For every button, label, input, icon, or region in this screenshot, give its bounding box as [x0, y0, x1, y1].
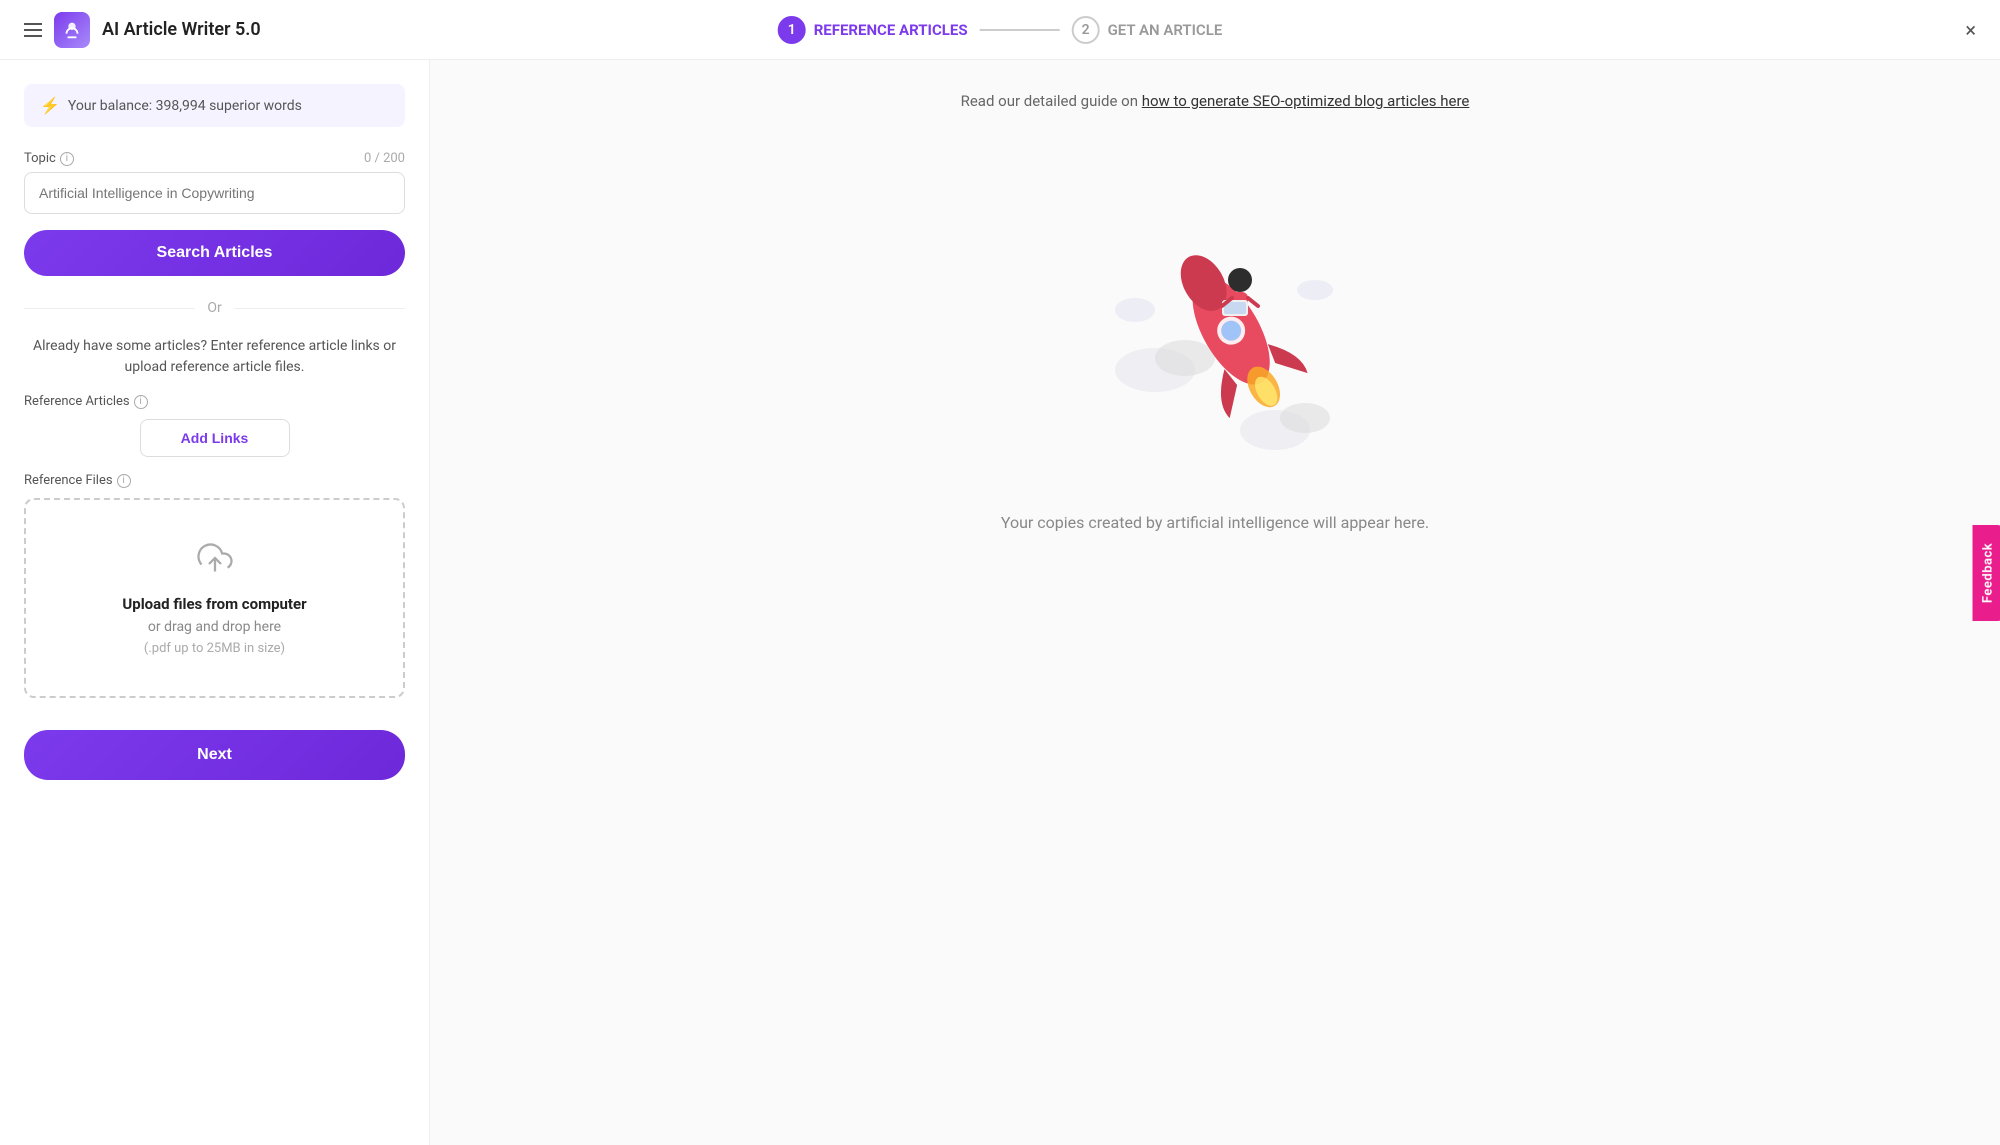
left-panel: ⚡ Your balance: 398,994 superior words T… [0, 60, 430, 1145]
guide-link[interactable]: how to generate SEO-optimized blog artic… [1142, 92, 1470, 110]
upload-hint: (.pdf up to 25MB in size) [46, 641, 383, 656]
step-1-label: REFERENCE ARTICLES [814, 21, 968, 39]
or-divider: Or [24, 300, 405, 316]
search-articles-button[interactable]: Search Articles [24, 230, 405, 276]
app-logo [54, 12, 90, 48]
ref-articles-info-icon[interactable]: i [134, 395, 148, 409]
upload-main-text: Upload files from computer [46, 595, 383, 613]
or-line-right [234, 308, 405, 309]
stepper: 1 REFERENCE ARTICLES 2 GET AN ARTICLE [778, 16, 1223, 44]
header-left: AI Article Writer 5.0 [24, 12, 261, 48]
main-layout: ⚡ Your balance: 398,994 superior words T… [0, 60, 2000, 1145]
reference-articles-label: Reference Articles i [24, 394, 405, 409]
step-2-label: GET AN ARTICLE [1108, 21, 1223, 39]
topic-info-icon[interactable]: i [60, 152, 74, 166]
hamburger-icon[interactable] [24, 23, 42, 37]
ai-copies-text: Your copies created by artificial intell… [1001, 510, 1429, 536]
step-2: 2 GET AN ARTICLE [1072, 16, 1223, 44]
step-1: 1 REFERENCE ARTICLES [778, 16, 968, 44]
step-1-circle: 1 [778, 16, 806, 44]
header: AI Article Writer 5.0 1 REFERENCE ARTICL… [0, 0, 2000, 60]
next-button[interactable]: Next [24, 730, 405, 780]
app-title: AI Article Writer 5.0 [102, 19, 261, 40]
feedback-tab[interactable]: Feedback [1972, 524, 2000, 620]
balance-bar: ⚡ Your balance: 398,994 superior words [24, 84, 405, 127]
reference-description: Already have some articles? Enter refere… [24, 336, 405, 378]
close-icon[interactable]: × [1965, 18, 1976, 42]
rocket-illustration [1075, 190, 1355, 470]
topic-field-header: Topic i 0 / 200 [24, 151, 405, 166]
upload-area[interactable]: Upload files from computer or drag and d… [24, 498, 405, 698]
or-text: Or [207, 300, 221, 316]
lightning-icon: ⚡ [40, 96, 60, 115]
add-links-button[interactable]: Add Links [140, 419, 290, 457]
right-panel: Read our detailed guide on how to genera… [430, 60, 2000, 1145]
step-connector [980, 29, 1060, 31]
balance-text: Your balance: 398,994 superior words [68, 98, 302, 114]
guide-text: Read our detailed guide on how to genera… [961, 92, 1470, 110]
upload-sub-text: or drag and drop here [46, 619, 383, 635]
topic-input[interactable] [24, 172, 405, 214]
upload-cloud-icon [46, 540, 383, 583]
topic-counter: 0 / 200 [364, 151, 405, 166]
reference-files-label: Reference Files i [24, 473, 405, 488]
or-line-left [24, 308, 195, 309]
step-2-circle: 2 [1072, 16, 1100, 44]
ref-files-info-icon[interactable]: i [117, 474, 131, 488]
topic-label: Topic i [24, 151, 74, 166]
